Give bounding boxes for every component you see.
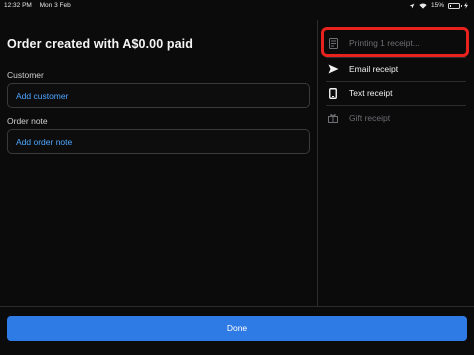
email-receipt-button[interactable]: Email receipt (326, 57, 466, 81)
order-title: Order created with A$0.00 paid (7, 37, 193, 51)
bottom-bar: Done (0, 306, 474, 355)
add-order-note-label: Add order note (16, 137, 73, 147)
send-icon (326, 63, 340, 75)
add-customer-label: Add customer (16, 91, 69, 101)
gift-icon (326, 112, 340, 124)
status-time: 12:32 PM (4, 2, 32, 9)
charging-icon (464, 2, 468, 9)
battery-icon (448, 2, 462, 9)
done-button[interactable]: Done (7, 316, 467, 341)
printing-receipt-label: Printing 1 receipt... (349, 38, 420, 48)
text-receipt-button[interactable]: Text receipt (326, 81, 466, 105)
order-note-label: Order note (7, 116, 48, 126)
phone-icon (326, 87, 340, 99)
add-customer-button[interactable]: Add customer (7, 83, 310, 108)
battery-fill (450, 4, 451, 7)
order-panel: Order created with A$0.00 paid Customer … (0, 20, 317, 306)
location-icon (409, 3, 415, 8)
text-receipt-label: Text receipt (349, 88, 393, 98)
wifi-icon (419, 3, 427, 9)
status-bar: 12:32 PM Mon 3 Feb 15% (0, 0, 474, 12)
battery-percent: 15% (430, 2, 444, 9)
status-right: 15% (409, 2, 468, 9)
gift-receipt-item: Gift receipt (326, 106, 466, 130)
add-order-note-button[interactable]: Add order note (7, 129, 310, 154)
gift-receipt-label: Gift receipt (349, 113, 391, 123)
customer-label: Customer (7, 70, 44, 80)
printer-icon (326, 37, 340, 49)
printing-receipt-item: Printing 1 receipt... (326, 31, 466, 55)
status-left: 12:32 PM Mon 3 Feb (4, 2, 77, 9)
receipt-panel: Printing 1 receipt... Email receipt Text… (317, 20, 474, 306)
email-receipt-label: Email receipt (349, 64, 399, 74)
status-date: Mon 3 Feb (39, 2, 71, 9)
